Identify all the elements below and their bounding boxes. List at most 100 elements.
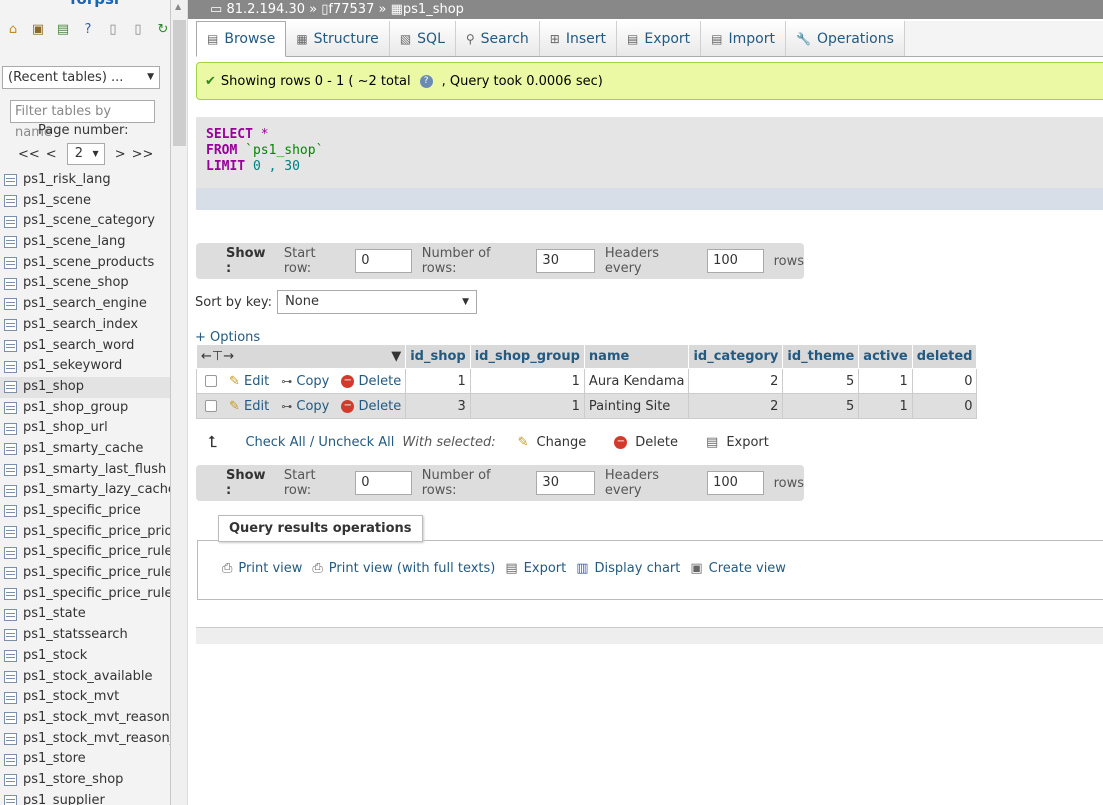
table-icon[interactable] (4, 443, 17, 456)
sidebar-table-item[interactable]: ps1_scene_lang (0, 232, 170, 253)
sidebar-table-label[interactable]: ps1_store (23, 749, 86, 770)
sidebar-table-item[interactable]: ps1_scene (0, 191, 170, 212)
edit-button[interactable]: ✎ Edit (229, 374, 269, 389)
table-icon[interactable] (4, 195, 17, 208)
sidebar-table-label[interactable]: ps1_smarty_cache (23, 439, 143, 460)
bulk-export-button[interactable]: ▤ Export (706, 435, 769, 450)
sidebar-table-item[interactable]: ps1_search_word (0, 336, 170, 357)
table-cell[interactable]: 5 (782, 393, 860, 419)
headers-input[interactable]: 100 (707, 249, 764, 273)
column-header[interactable]: active (858, 344, 913, 369)
table-icon[interactable] (4, 277, 17, 290)
table-icon[interactable] (4, 650, 17, 663)
table-cell[interactable]: 2 (688, 393, 784, 419)
copy-button[interactable]: ⊶ Copy (281, 374, 329, 389)
table-icon[interactable] (4, 381, 17, 394)
column-header[interactable]: deleted (911, 344, 978, 369)
table-cell[interactable]: 1 (469, 393, 585, 419)
column-header[interactable]: name (583, 344, 690, 369)
sidebar-table-item[interactable]: ps1_supplier (0, 791, 170, 805)
sidebar-table-label[interactable]: ps1_scene (23, 191, 91, 212)
column-header[interactable]: id_category (688, 344, 784, 369)
reload-icon[interactable]: ↻ (154, 20, 170, 38)
sidebar-table-item[interactable]: ps1_stock_available (0, 667, 170, 688)
sidebar-table-item[interactable]: ps1_specific_price (0, 501, 170, 522)
row-checkbox[interactable] (205, 400, 217, 412)
delete-button[interactable]: − Delete (341, 399, 401, 414)
table-cell[interactable]: 1 (405, 368, 471, 394)
table-cell[interactable]: 3 (405, 393, 471, 419)
page-select[interactable]: 2 (66, 143, 105, 165)
display-chart-link[interactable]: ▥ Display chart (576, 561, 680, 576)
sidebar-table-item[interactable]: ps1_smarty_lazy_cache (0, 480, 170, 501)
sidebar-table-label[interactable]: ps1_stock (23, 646, 87, 667)
sidebar-table-item[interactable]: ps1_smarty_cache (0, 439, 170, 460)
table-icon[interactable] (4, 422, 17, 435)
recent-tables-select[interactable]: (Recent tables) ... (2, 66, 160, 89)
sidebar-table-label[interactable]: ps1_stock_mvt_reason_la (23, 729, 170, 750)
table-icon[interactable] (4, 339, 17, 352)
sidebar-table-item[interactable]: ps1_state (0, 604, 170, 625)
sidebar-table-label[interactable]: ps1_stock_available (23, 667, 152, 688)
sidebar-table-label[interactable]: ps1_specific_price_rule_c (23, 563, 170, 584)
breadcrumb-database[interactable]: f77537 (328, 2, 374, 17)
tab-sql[interactable]: ▧ SQL (389, 21, 456, 56)
sidebar-table-label[interactable]: ps1_scene_category (23, 211, 155, 232)
table-icon[interactable] (4, 629, 17, 642)
table-icon[interactable] (4, 360, 17, 373)
table-icon[interactable] (4, 236, 17, 249)
table-icon[interactable] (4, 670, 17, 683)
sidebar-table-item[interactable]: ps1_scene_shop (0, 273, 170, 294)
table-icon[interactable] (4, 463, 17, 476)
table-cell[interactable]: 1 (858, 393, 913, 419)
sidebar-table-label[interactable]: ps1_search_index (23, 315, 138, 336)
sidebar-table-label[interactable]: ps1_shop_group (23, 398, 128, 419)
sidebar-table-item[interactable]: ps1_search_engine (0, 294, 170, 315)
tab-browse[interactable]: ▤ Browse (196, 21, 287, 57)
start-row-input[interactable]: 0 (355, 249, 412, 273)
table-icon[interactable] (4, 588, 17, 601)
table-icon[interactable] (4, 567, 17, 580)
table-cell[interactable]: 5 (782, 368, 860, 394)
table-icon[interactable] (4, 753, 17, 766)
table-icon[interactable] (4, 505, 17, 518)
edit-button[interactable]: ✎ Edit (229, 399, 269, 414)
sidebar-table-item[interactable]: ps1_store_shop (0, 770, 170, 791)
table-cell[interactable]: 1 (858, 368, 913, 394)
sort-select[interactable]: None (277, 290, 478, 314)
table-icon[interactable] (4, 319, 17, 332)
rows-input[interactable]: 30 (536, 471, 595, 495)
help-icon[interactable]: ? (419, 74, 433, 88)
sidebar-table-label[interactable]: ps1_shop_url (23, 418, 108, 439)
pager-prev[interactable]: < (46, 147, 57, 162)
start-row-input[interactable]: 0 (355, 471, 412, 495)
sidebar-table-item[interactable]: ps1_stock (0, 646, 170, 667)
sidebar-table-label[interactable]: ps1_shop (23, 377, 84, 398)
table-icon[interactable] (4, 546, 17, 559)
sidebar-table-label[interactable]: ps1_statssearch (23, 625, 128, 646)
sidebar-table-label[interactable]: ps1_specific_price_priorit (23, 522, 170, 543)
sidebar-table-label[interactable]: ps1_stock_mvt_reason (23, 708, 170, 729)
table-icon[interactable] (4, 732, 17, 745)
pager-next[interactable]: > (115, 147, 126, 162)
sidebar-table-item[interactable]: ps1_shop_url (0, 418, 170, 439)
table-icon[interactable] (4, 794, 17, 805)
print-full-link[interactable]: ⎙ Print view (with full texts) (312, 561, 495, 576)
arrows-icon[interactable]: ←⊤→ (201, 349, 234, 364)
logout-icon[interactable]: ▣ (29, 20, 47, 38)
table-icon[interactable] (4, 484, 17, 497)
table-icon[interactable] (4, 691, 17, 704)
table-icon[interactable] (4, 608, 17, 621)
sidebar-table-label[interactable]: ps1_risk_lang (23, 170, 111, 191)
sidebar-table-item[interactable]: ps1_scene_category (0, 211, 170, 232)
print-view-link[interactable]: ⎙ Print view (222, 561, 302, 576)
table-cell[interactable]: 1 (469, 368, 585, 394)
table-cell[interactable]: 2 (688, 368, 784, 394)
create-view-link[interactable]: ▣ Create view (690, 561, 786, 576)
sidebar-table-label[interactable]: ps1_supplier (23, 791, 105, 805)
scroll-up-icon[interactable]: ▲ (175, 2, 181, 11)
bulk-delete-button[interactable]: − Delete (614, 435, 678, 450)
sidebar-table-item[interactable]: ps1_scene_products (0, 253, 170, 274)
export-link[interactable]: ▤ Export (505, 561, 566, 576)
sidebar-table-item[interactable]: ps1_risk_lang (0, 170, 170, 191)
